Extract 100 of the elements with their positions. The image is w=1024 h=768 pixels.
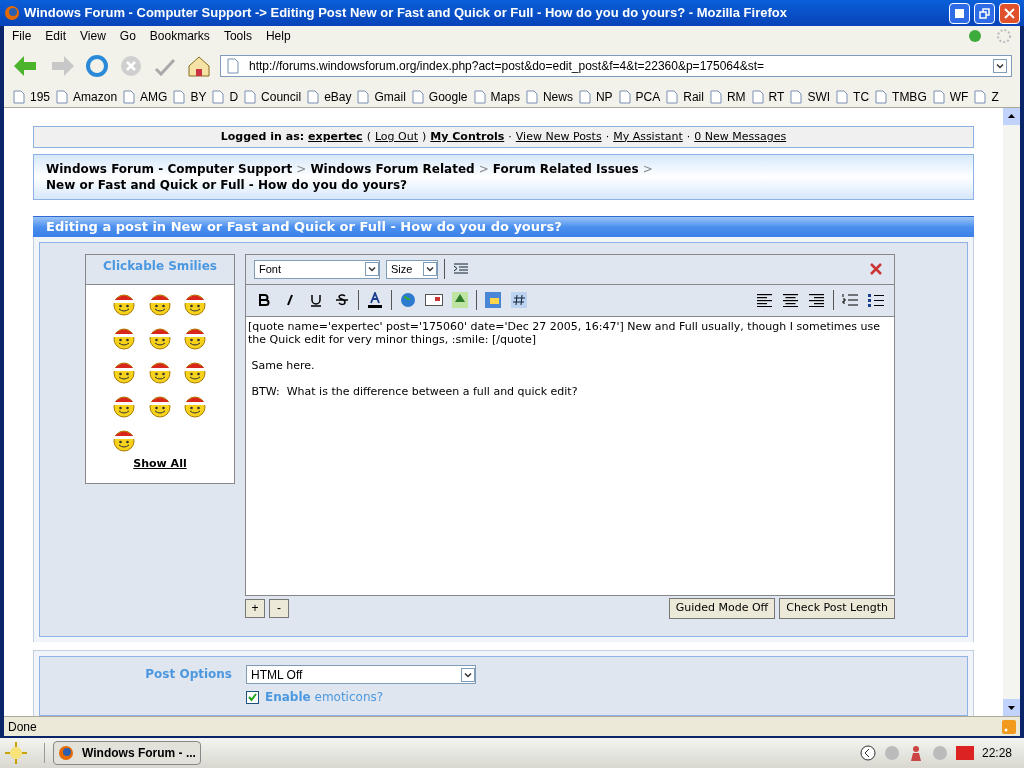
page-icon [750,89,765,104]
smilies-title: Clickable Smilies [103,257,217,275]
page-icon [874,89,889,104]
bookmark[interactable]: PCA [617,87,661,106]
page-icon [243,89,258,104]
menu-item[interactable]: File [12,27,32,45]
page-icon [708,89,723,104]
separator-text: ) [422,128,427,145]
bookmark[interactable]: Google [410,87,468,106]
start-icon[interactable] [4,741,28,765]
reload-button[interactable] [84,53,110,79]
scrollbar[interactable] [1003,108,1020,716]
shrink-button[interactable]: - [269,598,289,618]
bookmark[interactable]: TMBG [874,87,927,106]
scroll-down-icon[interactable] [1003,699,1020,716]
menu-item[interactable]: Go [119,27,136,45]
expand-button[interactable]: + [245,598,265,618]
clock: 22:28 [981,745,1013,762]
bookmark[interactable]: Gmail [356,87,406,106]
page-icon [472,89,487,104]
link[interactable]: View New Posts [515,128,602,146]
check-length-button[interactable]: Check Post Length [779,597,895,619]
show-all-link[interactable]: Show All [133,455,187,473]
page-icon [356,89,371,104]
dropdown-caret-icon[interactable] [461,667,475,682]
address-field[interactable]: http://forums.windowsforum.org/index.php?act=post&do=edit_post&f=4&t=22360&p=175064&st= [220,55,1012,77]
checkbox[interactable] [246,690,259,704]
breadcrumb-link[interactable]: Windows Forum Related [310,160,475,177]
page-icon [225,58,241,74]
restore-button[interactable] [974,2,995,24]
rss-icon [1002,719,1016,734]
separator-text: · [686,128,691,145]
link[interactable]: My Controls [430,128,505,146]
text-color-icon[interactable] [365,290,385,311]
close-button[interactable] [999,2,1020,24]
bookmark[interactable]: Council [243,87,302,106]
page-icon [789,89,804,104]
close-icon [1004,7,1015,19]
window-title: Windows Forum - Computer Support -> Editing Post New or Fast and Quick or Full - How do you do yours? - Mozilla Firefox [24,4,788,23]
link[interactable]: expertec [308,128,363,146]
options-label: Post Options [145,666,232,684]
bookmark[interactable]: AMG [122,87,168,106]
page-icon [306,89,321,104]
image-icon[interactable] [450,290,470,311]
bookmark[interactable]: RT [750,87,785,106]
menu-item[interactable]: Tools [223,27,252,45]
dropdown-caret-icon[interactable] [365,262,379,277]
bookmark[interactable]: D [211,87,239,106]
breadcrumb-link[interactable]: Windows Forum - Computer Support [46,160,293,177]
minimize-button[interactable] [949,2,970,24]
menu-item[interactable]: View [80,27,106,45]
html-select[interactable]: HTML Off [246,665,476,685]
page-icon [931,89,946,104]
bookmark[interactable]: SWI [789,87,831,106]
link[interactable]: 0 New Messages [694,128,787,146]
dropdown-caret-icon[interactable] [423,262,437,277]
bookmark[interactable]: Z [973,87,999,106]
text-paragraph: [quote name='expertec' post='175060' date='Dec 27 2005, 16:47'] New and Full usually, though I sometimes use the Quick edit for very minor things, :smile: [/quote] [248,319,881,346]
separator-text: > [642,160,653,177]
separator-text: · [605,128,610,145]
code-icon[interactable] [509,290,529,311]
bookmark[interactable]: Amazon [55,87,118,106]
menu-item[interactable]: Bookmarks [149,27,210,45]
bookmark[interactable]: TC [835,87,870,106]
menu-item[interactable]: Help [265,27,291,45]
link[interactable]: My Assistant [613,128,683,146]
bookmark[interactable]: BY [172,87,207,106]
text-paragraph: BTW: What is the difference between a full and quick edit? [250,384,579,398]
bookmark[interactable]: Rail [665,87,704,106]
page-icon [577,89,592,104]
menu-item[interactable]: Edit [45,27,67,45]
login-label: Logged in as: [220,128,305,145]
font-select[interactable]: Font [254,259,380,279]
section-title: Editing a post in New or Fast and Quick or Full - How do you do yours? [46,218,562,237]
taskbar-button[interactable]: Windows Forum - ... [53,741,201,765]
bookmark[interactable]: Maps [472,87,520,106]
bookmark[interactable]: WF [931,87,969,106]
bookmark[interactable]: RM [708,87,746,106]
page-icon [665,89,680,104]
bookmark[interactable]: 195 [12,87,51,106]
chevron-icon[interactable] [859,745,876,761]
status-icon [968,29,982,43]
dropdown-caret-icon[interactable] [993,59,1007,73]
breadcrumb-link[interactable]: New or Fast and Quick or Full - How do you do yours? [46,176,407,193]
scroll-up-icon[interactable] [1003,108,1020,125]
status-text: Done [8,718,37,736]
quote-icon[interactable] [483,290,503,311]
bookmark[interactable]: News [524,87,573,106]
guided-mode-button[interactable]: Guided Mode Off [668,597,776,619]
size-select[interactable]: Size [386,259,438,279]
text-paragraph: Same here. [250,358,316,372]
throbber-icon [996,28,1012,44]
page-icon [617,89,632,104]
page-icon [410,89,425,104]
bookmark[interactable]: NP [577,87,613,106]
link[interactable]: Log Out [374,128,419,146]
page-icon [211,89,226,104]
browser-icon [58,745,74,761]
breadcrumb-link[interactable]: Forum Related Issues [492,160,639,177]
bookmark[interactable]: eBay [306,87,352,106]
